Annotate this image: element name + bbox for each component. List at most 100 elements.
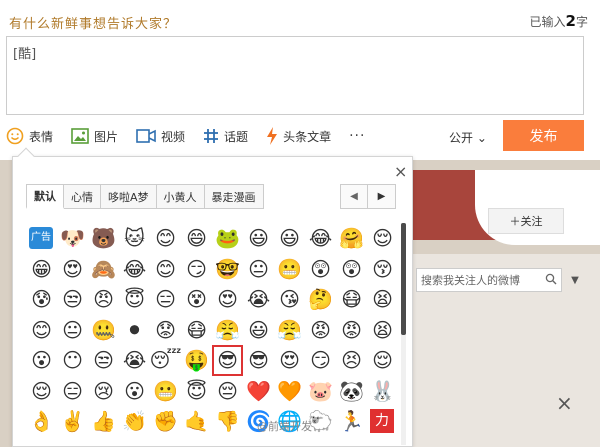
emoji-item[interactable]: 🐻 <box>88 223 119 254</box>
emoji-item[interactable]: 🤗 <box>336 223 367 254</box>
emoji-item[interactable]: 🤐 <box>88 315 119 346</box>
emoji-item[interactable]: 😎 <box>243 345 274 376</box>
emoji-item[interactable]: 😃 <box>274 223 305 254</box>
follow-button[interactable]: ＋关注 <box>488 208 564 234</box>
emoji-item[interactable]: 😄 <box>181 223 212 254</box>
emoji-item[interactable]: 😵 <box>181 284 212 315</box>
article-button[interactable]: 头条文章 <box>266 127 331 145</box>
close-icon[interactable]: × <box>394 162 407 181</box>
emoji-item[interactable]: 😔 <box>212 376 243 407</box>
emoji-item[interactable]: 😂 <box>305 223 336 254</box>
topic-button[interactable]: 话题 <box>203 128 248 145</box>
tab-minions[interactable]: 小黄人 <box>156 184 205 209</box>
emoji-item[interactable]: 🐱 <box>119 223 150 254</box>
emoji-item[interactable]: 😤 <box>212 315 243 346</box>
emoji-item[interactable]: 😷 <box>181 315 212 346</box>
emoji-item[interactable]: 🤑 <box>181 345 212 376</box>
emoji-item[interactable]: 😟 <box>150 315 181 346</box>
emoji-item[interactable]: 😮 <box>26 345 57 376</box>
emoji-item[interactable]: 😷 <box>336 284 367 315</box>
emoji-item[interactable]: ⚫ <box>119 315 150 346</box>
next-page-button[interactable]: ▶ <box>368 184 396 209</box>
emoji-item[interactable]: 🧡 <box>274 376 305 407</box>
tab-default[interactable]: 默认 <box>26 184 64 209</box>
emoji-item[interactable]: 😏 <box>305 345 336 376</box>
emoji-item[interactable]: 😌 <box>367 223 398 254</box>
tab-rage-comics[interactable]: 暴走漫画 <box>204 184 264 209</box>
emoji-item[interactable]: 😊 <box>150 223 181 254</box>
emoji-item[interactable]: 😮 <box>119 376 150 407</box>
emoji-item[interactable]: 😏 <box>181 254 212 285</box>
emoji-item[interactable]: 👏 <box>119 406 150 437</box>
emoji-item[interactable]: 😎 <box>212 345 243 376</box>
prev-page-button[interactable]: ◀ <box>340 184 368 209</box>
emoji-item[interactable]: 😌 <box>26 376 57 407</box>
emoji-item[interactable]: 😲 <box>305 254 336 285</box>
more-button[interactable]: ··· <box>349 128 365 144</box>
emoji-item[interactable]: 😰 <box>26 284 57 315</box>
emoji-item[interactable]: 🤓 <box>212 254 243 285</box>
emoji-item[interactable]: 😒 <box>88 345 119 376</box>
tab-doraemon[interactable]: 哆啦A梦 <box>101 184 157 209</box>
emoji-item[interactable]: 🐷 <box>305 376 336 407</box>
emoji-item[interactable]: 😊 <box>150 254 181 285</box>
emoji-item[interactable]: 😡 <box>336 315 367 346</box>
emoji-item[interactable]: 😑 <box>57 376 88 407</box>
emoji-item[interactable]: ❤️ <box>243 376 274 407</box>
emoji-item[interactable]: 😒 <box>57 284 88 315</box>
emoji-item[interactable]: 😫 <box>367 315 398 346</box>
emoji-item[interactable]: 😴 <box>149 345 181 376</box>
emoji-item[interactable]: 😇 <box>181 376 212 407</box>
emoji-item[interactable]: 😶 <box>57 345 88 376</box>
emoji-item[interactable]: 🤔 <box>305 284 336 315</box>
emoji-item[interactable]: 😫 <box>367 284 398 315</box>
emoji-item[interactable]: 😐 <box>57 315 88 346</box>
chevron-down-icon[interactable]: ▼ <box>564 268 586 292</box>
emoji-item[interactable]: ✌️ <box>57 406 88 437</box>
emoji-item[interactable]: 力 <box>370 409 394 433</box>
emoji-item[interactable]: 😭 <box>119 345 150 376</box>
emoji-item[interactable]: 😬 <box>274 254 305 285</box>
emoji-item[interactable]: 😢 <box>88 376 119 407</box>
emoji-item[interactable]: 😘 <box>274 284 305 315</box>
post-textarea[interactable]: [酷] <box>6 36 584 115</box>
emoji-item[interactable]: 😁 <box>26 254 57 285</box>
emoji-item[interactable]: 👎 <box>212 406 243 437</box>
emoji-item[interactable]: 😐 <box>243 254 274 285</box>
emoji-item[interactable]: 👍 <box>88 406 119 437</box>
follow-search-input[interactable]: 搜索我关注人的微博 <box>416 268 562 292</box>
emoji-item[interactable]: 🐰 <box>367 376 398 407</box>
search-icon[interactable] <box>545 273 557 288</box>
emoji-item[interactable]: 😃 <box>243 223 274 254</box>
scrollbar-thumb[interactable] <box>401 223 406 335</box>
emoji-item[interactable]: 😌 <box>367 345 398 376</box>
emoji-item[interactable]: 😇 <box>119 284 150 315</box>
emoji-item[interactable]: 😚 <box>367 254 398 285</box>
emoji-item[interactable]: 😭 <box>243 284 274 315</box>
emoji-item[interactable]: 🙈 <box>88 254 119 285</box>
emoji-item[interactable]: 😍 <box>274 345 305 376</box>
emoji-item[interactable]: 🏃 <box>336 406 367 437</box>
emoji-item[interactable]: 😡 <box>305 315 336 346</box>
emoji-item[interactable]: 😍 <box>57 254 88 285</box>
emoji-item[interactable]: 😃 <box>243 315 274 346</box>
emoji-item[interactable]: 😬 <box>150 376 181 407</box>
emoji-item[interactable]: 🤙 <box>181 406 212 437</box>
emoji-item[interactable]: 😊 <box>26 315 57 346</box>
emoji-item[interactable]: 😑 <box>150 284 181 315</box>
emoji-item[interactable]: 😠 <box>88 284 119 315</box>
emoji-item[interactable]: ✊ <box>150 406 181 437</box>
emoji-item[interactable]: 🐶 <box>57 223 88 254</box>
close-icon[interactable]: × <box>556 391 573 415</box>
tab-mood[interactable]: 心情 <box>64 184 101 209</box>
emoji-button[interactable]: 表情 <box>6 127 53 145</box>
emoji-item[interactable]: 🐸 <box>212 223 243 254</box>
emoji-item[interactable]: 广告 <box>29 227 53 249</box>
emoji-item[interactable]: 😂 <box>119 254 150 285</box>
emoji-item[interactable]: 👌 <box>26 406 57 437</box>
image-button[interactable]: 图片 <box>71 128 118 145</box>
emoji-item[interactable]: 😲 <box>336 254 367 285</box>
emoji-item[interactable]: 😤 <box>274 315 305 346</box>
publish-button[interactable]: 发布 <box>503 120 584 151</box>
video-button[interactable]: 视频 <box>136 128 185 145</box>
